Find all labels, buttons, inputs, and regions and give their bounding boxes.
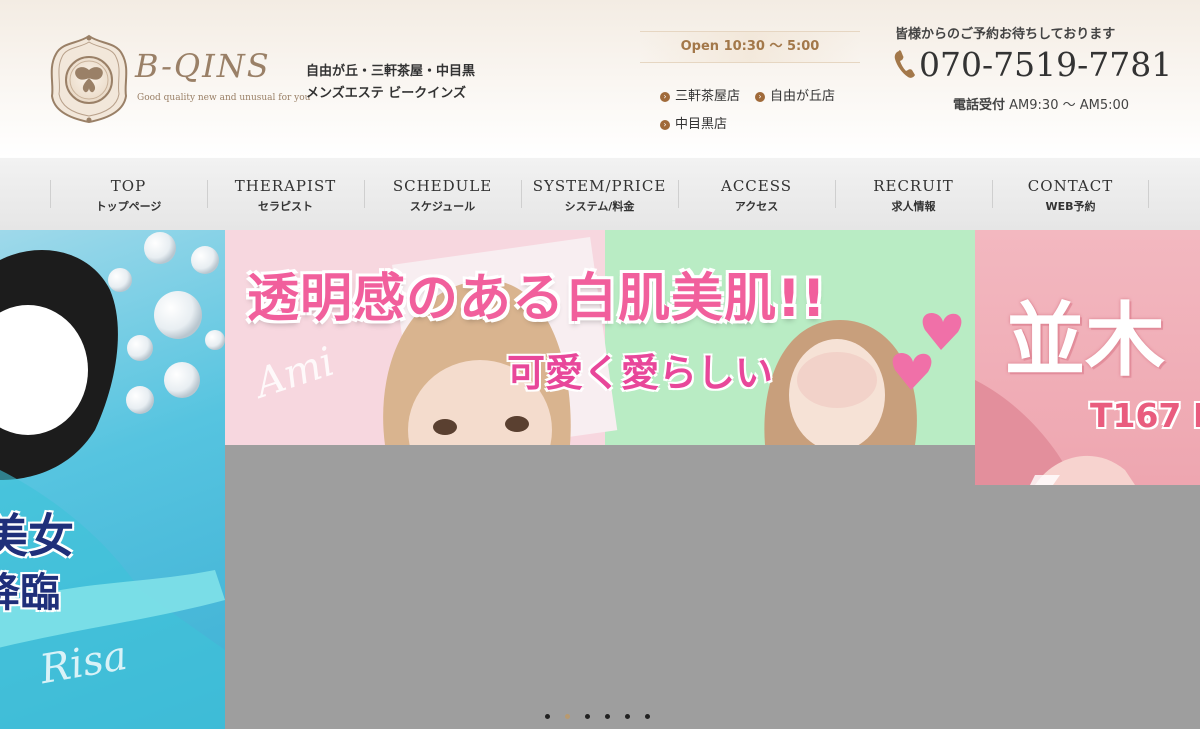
nav-item-recruit[interactable]: RECRUIT 求人情報 — [835, 158, 992, 230]
logo-link[interactable]: B-QINS Good quality new and unusual for … — [0, 0, 310, 158]
nav-label-jp: 求人情報 — [891, 200, 936, 213]
nav-label-jp: スケジュール — [409, 200, 476, 213]
slide-next-placeholder — [975, 485, 1200, 729]
slider-dot[interactable] — [625, 714, 630, 719]
slide-current-banner[interactable]: Ami 透明感のある白肌美肌!! 可愛く愛らしい — [225, 230, 975, 445]
store-link-label: 自由が丘店 — [770, 89, 836, 104]
nav-label-en: THERAPIST — [234, 177, 337, 195]
chevron-right-icon: › — [755, 92, 765, 102]
slide-prev-text-2: 降臨 — [0, 570, 60, 616]
nav-label-en: SCHEDULE — [392, 177, 493, 195]
nav-label-en: SYSTEM/PRICE — [532, 177, 667, 195]
nav-label-jp: アクセス — [734, 200, 779, 213]
store-link-jiyugaoka[interactable]: › 自由が丘店 — [755, 85, 835, 104]
slide-prev-text-1: 美女 — [0, 509, 74, 563]
phone-hours-value: AM9:30 ～ AM5:00 — [1009, 98, 1130, 113]
slide-prev-banner[interactable]: 美女 降臨 Risa — [0, 230, 225, 729]
nav-item-access[interactable]: ACCESS アクセス — [678, 158, 835, 230]
slide-current-subheadline: 可愛く愛らしい — [507, 351, 774, 395]
nav-item-therapist[interactable]: THERAPIST セラピスト — [207, 158, 364, 230]
site-header: B-QINS Good quality new and unusual for … — [0, 0, 1200, 158]
area-heading: 自由が丘・三軒茶屋・中目黒 — [306, 64, 476, 79]
nav-label-jp: セラピスト — [258, 200, 313, 213]
nav-label-jp: WEB予約 — [1045, 200, 1096, 213]
nav-item-top[interactable]: TOP トップページ — [50, 158, 207, 230]
slide-current-headline: 透明感のある白肌美肌!! — [247, 269, 827, 329]
phone-hours: 電話受付 AM9:30 ～ AM5:00 — [953, 94, 1129, 113]
slider-dot[interactable] — [585, 714, 590, 719]
nav-label-jp: トップページ — [95, 200, 162, 213]
logo-wordmark: B-QINS — [135, 47, 271, 85]
slider-dot[interactable] — [545, 714, 550, 719]
store-link-label: 中目黒店 — [675, 117, 728, 132]
slider-dot[interactable] — [645, 714, 650, 719]
nav-item-contact[interactable]: CONTACT WEB予約 — [992, 158, 1149, 230]
slider-dot-active[interactable] — [565, 714, 570, 719]
shop-subtitle: メンズエステ ビークインズ — [306, 86, 467, 101]
nav-label-en: CONTACT — [1027, 177, 1114, 195]
hero-slider: 美女 降臨 Risa Ami 透明感のある白肌美肌!! 可愛く愛らしい — [0, 230, 1200, 750]
slide-placeholder — [225, 445, 975, 729]
nav-label-jp: システム/料金 — [564, 200, 635, 213]
nav-label-en: RECRUIT — [873, 177, 954, 195]
store-link-nakameguro[interactable]: › 中目黒店 — [660, 113, 727, 132]
chevron-right-icon: › — [660, 92, 670, 102]
opening-hours: Open 10:30 ～ 5:00 — [640, 31, 860, 63]
global-nav: TOP トップページ THERAPIST セラピスト SCHEDULE スケジュ… — [0, 158, 1200, 230]
chevron-right-icon: › — [660, 120, 670, 130]
logo-tagline: Good quality new and unusual for you — [137, 93, 311, 103]
slider-dot[interactable] — [605, 714, 610, 719]
slide-next-name: 並木 — [1005, 294, 1165, 387]
store-link-sangenjaya[interactable]: › 三軒茶屋店 — [660, 85, 740, 104]
nav-label-en: ACCESS — [720, 177, 793, 195]
phone-hours-label: 電話受付 — [953, 98, 1006, 113]
nav-item-schedule[interactable]: SCHEDULE スケジュール — [364, 158, 521, 230]
store-link-label: 三軒茶屋店 — [675, 89, 741, 104]
slide-next-banner[interactable]: 並木 T167 B — [975, 230, 1200, 485]
phone-icon — [894, 50, 915, 78]
nav-label-en: TOP — [110, 177, 147, 195]
slide-next-profile: T167 B — [1090, 396, 1200, 435]
crest-logo-icon — [50, 34, 128, 124]
phone-number-link[interactable]: 070-7519-7781 — [919, 46, 1172, 83]
reservation-message: 皆様からのご予約お待ちしております — [895, 27, 1116, 42]
nav-item-system-price[interactable]: SYSTEM/PRICE システム/料金 — [521, 158, 678, 230]
